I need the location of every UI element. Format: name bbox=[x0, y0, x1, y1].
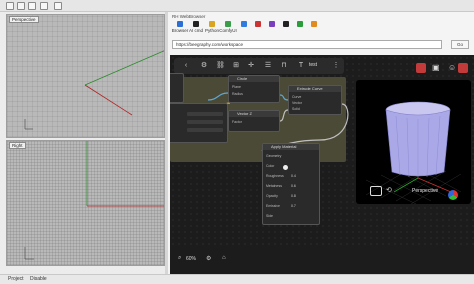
port-label: Vector bbox=[292, 101, 302, 105]
tab-icon bbox=[297, 21, 303, 27]
tab-icon bbox=[241, 21, 247, 27]
input-field[interactable] bbox=[187, 120, 223, 124]
tab-label: ComfyUI bbox=[219, 28, 237, 33]
browser-title: RH WebBrowser bbox=[172, 14, 206, 19]
slider-value[interactable]: 0.8 bbox=[291, 194, 296, 198]
right-viewport[interactable]: Right bbox=[6, 140, 165, 266]
tab-icon bbox=[283, 21, 289, 27]
tab-icon bbox=[225, 21, 231, 27]
record-icon[interactable] bbox=[416, 63, 426, 73]
tab-icon bbox=[193, 21, 199, 27]
toolbar-icon[interactable] bbox=[28, 2, 36, 10]
input-field[interactable] bbox=[187, 112, 223, 116]
slider-value[interactable]: 0.7 bbox=[291, 204, 296, 208]
axis-lines bbox=[24, 141, 164, 260]
zoom-level[interactable]: 60% bbox=[186, 256, 196, 262]
port-label: Radius bbox=[232, 92, 243, 96]
node-title: Extrude Curve bbox=[289, 86, 341, 92]
axis-gizmo-icon[interactable] bbox=[448, 190, 458, 200]
node-partial[interactable] bbox=[170, 103, 228, 143]
tab-icon bbox=[255, 21, 261, 27]
axis-lines bbox=[24, 50, 164, 130]
toolbar-icon[interactable] bbox=[40, 2, 48, 10]
slider-value[interactable]: 0.6 bbox=[291, 184, 296, 188]
alert-icon[interactable] bbox=[458, 63, 468, 73]
camera-icon[interactable]: ⟲ bbox=[386, 186, 396, 196]
url-input[interactable]: https://beegraphy.com/workspace bbox=[172, 40, 442, 49]
slider-value[interactable]: 0.4 bbox=[291, 174, 296, 178]
frame-button[interactable] bbox=[370, 186, 382, 196]
node-title: Circle bbox=[229, 76, 279, 82]
top-toolbar bbox=[0, 0, 474, 12]
port-label: Metalness bbox=[266, 184, 282, 188]
gift-icon[interactable]: ⌂ bbox=[222, 255, 226, 261]
tab-icon bbox=[177, 21, 183, 27]
preview-view-label[interactable]: Perspective bbox=[412, 188, 438, 194]
node-vector[interactable]: Vector Z Factor bbox=[228, 110, 280, 132]
viewport-tab-right[interactable]: Right bbox=[9, 142, 26, 149]
toolbar-icon[interactable] bbox=[54, 2, 62, 10]
color-swatch[interactable] bbox=[283, 165, 288, 170]
port-label: Side bbox=[266, 214, 274, 218]
toolbar-icon[interactable] bbox=[17, 2, 25, 10]
status-project[interactable]: Project bbox=[8, 276, 24, 282]
port-label: Emissive bbox=[266, 204, 281, 208]
tab-icon bbox=[311, 21, 317, 27]
go-button[interactable]: Go bbox=[451, 40, 469, 49]
port-label: Opacity bbox=[266, 194, 278, 198]
port-label: Plane bbox=[232, 85, 241, 89]
node-title: Vector Z bbox=[229, 111, 279, 117]
user-icon[interactable]: ☺ bbox=[448, 63, 458, 73]
port-label: Color bbox=[266, 164, 275, 168]
perspective-viewport[interactable]: Perspective bbox=[6, 14, 165, 138]
app-bottom-bar: ⌕ 60% ⚙ ⌂ bbox=[170, 245, 474, 274]
node-title: Apply Material bbox=[263, 144, 319, 150]
3d-preview[interactable]: ⟲ Perspective bbox=[356, 80, 471, 204]
viewport-tab-perspective[interactable]: Perspective bbox=[9, 16, 39, 23]
port-label: Roughness bbox=[266, 174, 284, 178]
node-circle[interactable]: Circle Plane Radius bbox=[228, 75, 280, 103]
port-label: Factor bbox=[232, 120, 242, 124]
port-label: Geometry bbox=[266, 154, 282, 158]
chat-icon[interactable]: ▣ bbox=[432, 63, 442, 73]
search-icon[interactable]: ⌕ bbox=[178, 255, 181, 262]
browser-tab[interactable] bbox=[304, 21, 324, 28]
node-apply-material[interactable]: Apply Material Geometry Color Roughness … bbox=[262, 143, 320, 225]
input-field[interactable] bbox=[187, 128, 223, 132]
port-label: Solid bbox=[292, 107, 300, 111]
port-label: Curve bbox=[292, 95, 302, 99]
toolbar-icon[interactable] bbox=[6, 2, 14, 10]
status-bar: Project Disable bbox=[0, 274, 474, 284]
settings-icon[interactable]: ⚙ bbox=[206, 255, 211, 262]
tab-icon bbox=[269, 21, 275, 27]
node-partial[interactable] bbox=[170, 73, 184, 103]
tab-label: AI cmd bbox=[188, 28, 203, 33]
tab-label: Python bbox=[204, 28, 219, 33]
node-extrude[interactable]: Extrude Curve Curve Vector Solid bbox=[288, 85, 342, 115]
tab-icon bbox=[209, 21, 215, 27]
status-disable[interactable]: Disable bbox=[30, 276, 47, 282]
node-editor-app[interactable]: ‹ ⚙ ⛓ ⊞ ✛ ☰ ⊓ T test ⋮ Circle Plane Radi… bbox=[170, 55, 474, 245]
